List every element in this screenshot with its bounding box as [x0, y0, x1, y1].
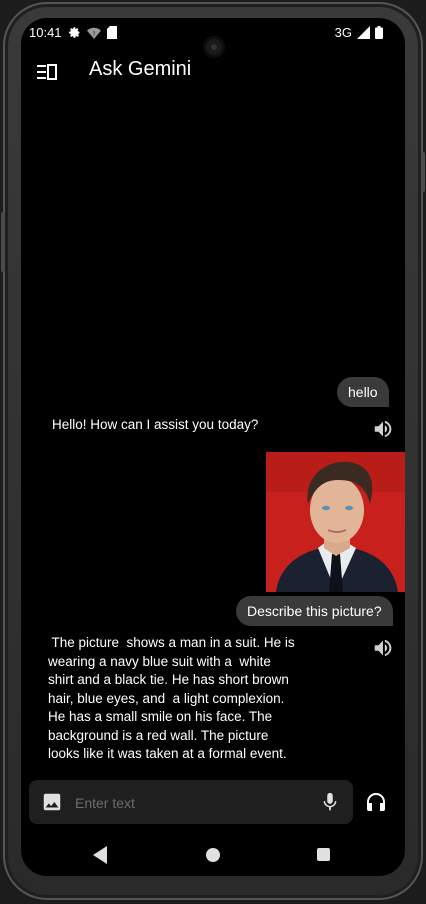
- bot-message: Hello! How can I assist you today?: [52, 417, 259, 432]
- network-type: 3G: [334, 25, 352, 40]
- back-icon[interactable]: [93, 846, 109, 864]
- message-input-bar: [29, 780, 353, 824]
- app-bar: Ask Gemini: [21, 54, 405, 90]
- speaker-icon[interactable]: [372, 637, 394, 659]
- message-input[interactable]: [73, 790, 297, 816]
- bot-message-line: background is a red wall. The picture: [48, 727, 269, 743]
- device-frame: 10:41 ? 3G Ask Gemini hello Hello! How c…: [1, 2, 425, 900]
- user-message: Describe this picture?: [236, 596, 393, 626]
- user-message: hello: [337, 377, 389, 407]
- bot-message-line: shirt and a black tie. He has short brow…: [48, 672, 289, 687]
- attached-photo[interactable]: [266, 452, 405, 592]
- bot-message: The picture shows a man in a suit. He is…: [48, 634, 295, 764]
- wifi-icon: ?: [86, 27, 101, 39]
- bot-message-line: The picture shows a man in a suit. He is: [48, 635, 295, 650]
- gear-icon: [68, 26, 81, 39]
- phone-screen: 10:41 ? 3G Ask Gemini hello Hello! How c…: [21, 18, 405, 876]
- svg-text:?: ?: [92, 31, 95, 37]
- bot-message-line: wearing a navy blue suit with a white: [48, 653, 271, 669]
- mic-icon[interactable]: [319, 791, 341, 813]
- status-time: 10:41: [29, 25, 62, 40]
- bot-message-line: He has a small smile on his face. The: [48, 709, 273, 724]
- bot-message-line: hair, blue eyes, and a light complexion.: [48, 690, 285, 706]
- recents-icon[interactable]: [317, 848, 330, 861]
- image-icon[interactable]: [41, 791, 63, 813]
- speaker-icon[interactable]: [372, 418, 394, 440]
- home-icon[interactable]: [206, 848, 220, 862]
- volume-button: [1, 212, 5, 272]
- system-nav-bar: [21, 838, 405, 874]
- battery-icon: [375, 26, 383, 39]
- signal-icon: [357, 26, 370, 39]
- sim-icon: [106, 26, 117, 39]
- page-title: Ask Gemini: [89, 58, 192, 80]
- bot-message-line: looks like it was taken at a formal even…: [48, 746, 287, 761]
- headset-icon[interactable]: [364, 790, 388, 814]
- menu-icon[interactable]: [35, 60, 59, 84]
- power-button: [421, 152, 425, 192]
